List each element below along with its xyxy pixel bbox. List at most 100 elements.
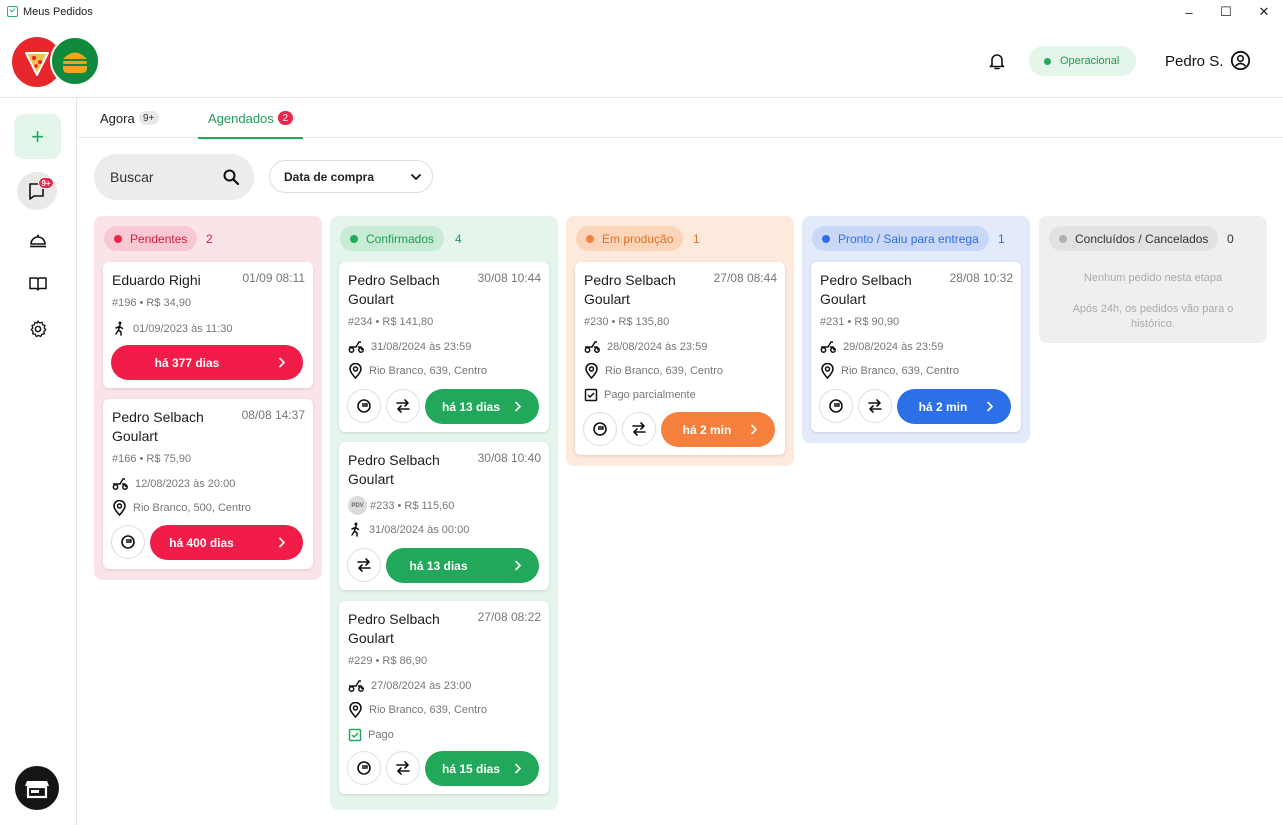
customer-name: Pedro Selbach Goulart: [584, 272, 676, 307]
order-card[interactable]: Pedro Selbach Goulart 27/08 08:22 #229 •…: [339, 601, 549, 794]
column-title: Pendentes: [130, 231, 188, 246]
pdv-badge: PDV: [348, 496, 367, 515]
order-action-button[interactable]: há 13 dias: [386, 548, 539, 583]
swap-icon: [396, 399, 410, 413]
search-icon[interactable]: [222, 168, 240, 186]
customer-name: Pedro Selbach Goulart: [348, 272, 440, 307]
order-action-button[interactable]: há 377 dias: [111, 345, 303, 380]
schedule-text: 01/09/2023 às 11:30: [133, 322, 233, 335]
sort-select[interactable]: Data de compra: [269, 160, 433, 193]
swap-icon: [357, 558, 371, 572]
close-button[interactable]: ✕: [1249, 3, 1279, 21]
order-action-button[interactable]: há 2 min: [897, 389, 1011, 424]
schedule-text: 31/08/2024 às 00:00: [369, 523, 470, 536]
order-card[interactable]: Pedro Selbach Goulart 28/08 10:32 #231 •…: [811, 262, 1021, 432]
elapsed-time: há 2 min: [918, 399, 968, 414]
order-info: #229 • R$ 86,90: [348, 655, 428, 667]
status-dot: [114, 234, 122, 243]
order-action-button[interactable]: há 13 dias: [425, 389, 539, 424]
elapsed-time: há 2 min: [682, 422, 732, 437]
column-count: 1: [998, 232, 1005, 246]
order-card[interactable]: Eduardo Righi 01/09 08:11 #196 • R$ 34,9…: [103, 262, 313, 388]
column-pronto: Pronto / Saiu para entrega 1 Pedro Selba…: [802, 216, 1030, 443]
order-date: 30/08 10:44: [477, 271, 541, 285]
order-date: 27/08 08:44: [713, 271, 777, 285]
order-action-button[interactable]: há 2 min: [661, 412, 775, 447]
address-line: Rio Branco, 639, Centro: [348, 702, 487, 718]
minimize-button[interactable]: –: [1174, 3, 1204, 21]
delivery-icon: [348, 680, 364, 692]
schedule-text: 12/08/2023 às 20:00: [135, 477, 236, 490]
elapsed-time: há 13 dias: [409, 558, 468, 573]
swap-icon: [868, 399, 882, 413]
tab-agora[interactable]: Agora 9+: [100, 98, 159, 138]
swap-button[interactable]: [386, 389, 420, 423]
maximize-button[interactable]: ☐: [1211, 3, 1241, 21]
payment-text: Pago parcialmente: [604, 389, 696, 401]
order-date: 28/08 10:32: [949, 271, 1013, 285]
chevron-right-icon: [279, 537, 286, 548]
tab-agendados[interactable]: Agendados 2: [198, 98, 303, 139]
sort-select-label: Data de compra: [284, 169, 375, 184]
order-action-button[interactable]: há 15 dias: [425, 751, 539, 786]
add-order-button[interactable]: +: [14, 114, 61, 159]
customer-name: Pedro Selbach Goulart: [348, 452, 440, 487]
print-button[interactable]: [819, 389, 853, 423]
customer-name: Pedro Selbach Goulart: [820, 272, 912, 307]
elapsed-time: há 400 dias: [169, 535, 234, 550]
bell-icon[interactable]: [986, 50, 1008, 72]
column-title: Pronto / Saiu para entrega: [838, 231, 979, 246]
order-card[interactable]: Pedro Selbach Goulart 30/08 10:44 #234 •…: [339, 262, 549, 432]
menu-book-icon[interactable]: [28, 274, 48, 294]
order-info: PDV #233 • R$ 115,60: [348, 496, 454, 515]
payment-check-icon: [584, 388, 598, 402]
order-date: 08/08 14:37: [241, 408, 305, 422]
address-text: Rio Branco, 639, Centro: [369, 365, 488, 377]
column-header-pronto: Pronto / Saiu para entrega: [812, 226, 989, 251]
print-button[interactable]: [347, 389, 381, 423]
address-text: Rio Branco, 500, Centro: [133, 502, 252, 514]
customer-name: Eduardo Righi: [112, 272, 201, 288]
status-dot: [1044, 57, 1051, 65]
schedule-line: 12/08/2023 às 20:00: [112, 476, 235, 491]
swap-button[interactable]: [386, 751, 420, 785]
user-account-icon[interactable]: [1230, 50, 1251, 71]
elapsed-time: há 377 dias: [154, 355, 220, 370]
schedule-line: 31/08/2024 às 00:00: [348, 522, 469, 537]
print-button[interactable]: [583, 412, 617, 446]
print-button[interactable]: [111, 525, 145, 559]
order-date: 01/09 08:11: [242, 271, 305, 285]
user-name[interactable]: Pedro S.: [1165, 53, 1223, 70]
order-card[interactable]: Pedro Selbach Goulart 30/08 10:40 PDV #2…: [339, 442, 549, 590]
swap-button[interactable]: [622, 412, 656, 446]
order-date: 27/08 08:22: [477, 610, 541, 624]
column-header-pendentes: Pendentes: [104, 226, 198, 251]
column-header-em-producao: Em produção: [576, 226, 684, 251]
delivery-icon: [584, 341, 600, 353]
order-card[interactable]: Pedro Selbach Goulart 08/08 14:37 #166 •…: [103, 399, 313, 569]
empty-state-description: Após 24h, os pedidos vão para o históric…: [1072, 303, 1234, 330]
orders-badge: 9+: [38, 177, 54, 189]
chevron-right-icon: [987, 401, 994, 412]
schedule-text: 31/08/2024 às 23:59: [371, 340, 472, 353]
status-dot: [586, 234, 594, 243]
window-title: Meus Pedidos: [23, 6, 93, 18]
schedule-line: 28/08/2024 às 23:59: [584, 339, 707, 354]
order-card[interactable]: Pedro Selbach Goulart 27/08 08:44 #230 •…: [575, 262, 785, 455]
address-line: Rio Branco, 639, Centro: [584, 363, 723, 379]
status-label: Operacional: [1060, 55, 1120, 67]
swap-button[interactable]: [858, 389, 892, 423]
gear-icon[interactable]: [28, 319, 48, 339]
customer-name: Pedro Selbach Goulart: [112, 409, 204, 444]
cloche-icon[interactable]: [28, 230, 48, 250]
column-title: Confirmados: [366, 231, 435, 246]
app-header: Operacional Pedro S.: [0, 24, 1283, 98]
order-action-button[interactable]: há 400 dias: [150, 525, 303, 560]
search-input[interactable]: Buscar: [94, 154, 254, 200]
status-badge[interactable]: Operacional: [1029, 46, 1136, 76]
print-button[interactable]: [347, 751, 381, 785]
store-button[interactable]: [15, 766, 59, 810]
sidebar-item-orders[interactable]: 9+: [17, 172, 57, 210]
empty-state-title: Nenhum pedido nesta etapa: [1083, 272, 1223, 284]
swap-button[interactable]: [347, 548, 381, 582]
